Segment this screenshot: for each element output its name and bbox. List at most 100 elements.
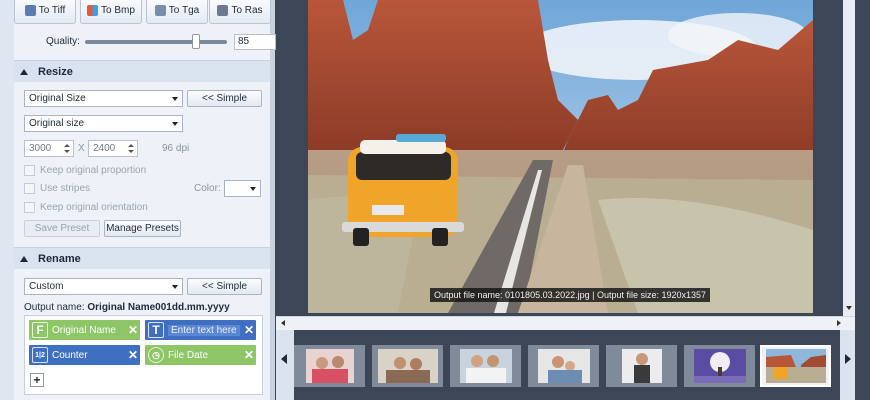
family-photo-thumb <box>305 349 354 383</box>
use-stripes-checkbox[interactable]: Use stripes <box>24 181 90 195</box>
close-icon[interactable]: ✕ <box>242 323 256 337</box>
thumbnail-bar <box>276 330 855 400</box>
van-photo-thumb <box>765 349 826 383</box>
down-arrow-icon[interactable] <box>128 150 134 153</box>
tag-counter-label: Counter <box>52 349 88 361</box>
chevron-down-icon <box>172 285 178 289</box>
tag-counter[interactable]: 1|2 Counter ✕ <box>29 345 140 365</box>
width-value: 3000 <box>29 143 52 154</box>
keep-orientation-checkbox[interactable]: Keep original orientation <box>24 200 148 214</box>
quality-slider-thumb[interactable] <box>192 34 201 49</box>
tag-file-date[interactable]: ◷ File Date ✕ <box>145 345 256 365</box>
bmp-format-icon <box>87 4 99 16</box>
use-stripes-label: Use stripes <box>40 182 91 194</box>
to-bmp-button[interactable]: To Bmp <box>80 0 142 24</box>
to-tga-button[interactable]: To Tga <box>146 0 208 24</box>
width-stepper[interactable]: 3000 <box>24 140 74 157</box>
rename-mode-select[interactable]: Custom <box>24 278 183 295</box>
checkbox-box[interactable] <box>24 182 35 194</box>
portrait-photo-thumb <box>621 349 662 383</box>
to-tga-label: To Tga <box>168 4 200 16</box>
close-icon[interactable]: ✕ <box>126 323 140 337</box>
to-ras-label: To Ras <box>231 4 263 16</box>
tag-custom-text[interactable]: T Enter text here ✕ <box>145 320 256 340</box>
tag-file-date-label: File Date <box>168 349 209 361</box>
thumbnail[interactable] <box>372 345 443 387</box>
height-stepper[interactable]: 2400 <box>88 140 138 157</box>
thumbnails-prev-icon[interactable] <box>281 354 287 364</box>
save-preset-button[interactable]: Save Preset <box>24 220 100 237</box>
counter-icon: 1|2 <box>32 347 48 363</box>
color-label: Color: <box>194 183 221 194</box>
resize-mode-select[interactable]: Original Size <box>24 90 183 107</box>
to-ras-button[interactable]: To Ras <box>209 0 271 24</box>
resize-mode-value: Original Size <box>29 93 86 104</box>
quality-value-input[interactable]: 85 <box>234 34 276 50</box>
to-tiff-label: To Tiff <box>38 4 66 16</box>
chevron-down-icon <box>172 122 178 126</box>
size-separator: X <box>78 143 85 154</box>
output-status-text: Output file name: 0101805.03.2022.jpg | … <box>430 288 711 302</box>
quality-row: Quality: 85 <box>14 33 276 51</box>
resize-section-header[interactable]: Resize <box>14 60 270 82</box>
rename-simple-button[interactable]: << Simple <box>187 278 262 295</box>
clock-icon: ◷ <box>148 347 164 363</box>
ras-format-icon <box>217 4 229 16</box>
text-t-icon: T <box>148 322 164 338</box>
tree-photo-thumb <box>693 349 746 383</box>
resize-title: Resize <box>38 65 73 78</box>
thumbnail[interactable] <box>450 345 521 387</box>
format-f-icon: F <box>32 322 48 338</box>
manage-presets-button[interactable]: Manage Presets <box>104 220 181 237</box>
preview-horizontal-scrollbar[interactable] <box>276 316 855 330</box>
keep-orientation-label: Keep original orientation <box>40 201 148 213</box>
quality-slider[interactable] <box>85 40 227 44</box>
output-name-label: Output name: <box>24 302 85 313</box>
arrow-down-icon[interactable] <box>846 306 852 310</box>
checkbox-box[interactable] <box>24 164 35 176</box>
arrow-right-icon[interactable] <box>837 320 841 326</box>
tag-original-name-label: Original Name <box>52 324 116 336</box>
checkbox-box[interactable] <box>24 201 35 213</box>
rename-tag-area: F Original Name ✕ T Enter text here ✕ 1|… <box>24 315 263 395</box>
tga-format-icon <box>154 4 166 16</box>
chevron-down-icon <box>250 187 256 191</box>
thumbnails-next-icon[interactable] <box>845 354 851 364</box>
tag-original-name[interactable]: F Original Name ✕ <box>29 320 140 340</box>
output-name: Output name: Original Name001dd.mm.yyyy <box>24 302 230 313</box>
collapse-triangle-icon <box>20 255 28 262</box>
thumbnail-selected[interactable] <box>760 345 831 387</box>
thumbnail[interactable] <box>684 345 755 387</box>
output-name-value: Original Name001dd.mm.yyyy <box>87 302 230 313</box>
down-arrow-icon[interactable] <box>64 150 70 153</box>
keep-proportion-label: Keep original proportion <box>40 164 147 176</box>
keep-proportion-checkbox[interactable]: Keep original proportion <box>24 163 146 177</box>
family-photo-thumb <box>459 349 512 383</box>
tag-text-input[interactable]: Enter text here <box>168 324 240 336</box>
thumbnail[interactable] <box>606 345 677 387</box>
tiff-format-icon <box>24 4 36 16</box>
thumbnail[interactable] <box>528 345 599 387</box>
to-bmp-label: To Bmp <box>101 4 135 16</box>
close-icon[interactable]: ✕ <box>126 348 140 362</box>
up-arrow-icon[interactable] <box>128 144 134 147</box>
to-tiff-button[interactable]: To Tiff <box>14 0 76 24</box>
chevron-down-icon <box>172 97 178 101</box>
preview-vertical-scrollbar[interactable] <box>843 0 855 316</box>
rename-section-header[interactable]: Rename <box>14 247 270 269</box>
arrow-left-icon[interactable] <box>281 320 285 326</box>
family-photo-thumb <box>537 349 590 383</box>
size-mode-value: Original size <box>29 118 85 129</box>
add-tag-button[interactable]: + <box>30 373 44 387</box>
height-value: 2400 <box>93 143 116 154</box>
stripe-color-picker[interactable] <box>224 180 261 197</box>
resize-simple-button[interactable]: << Simple <box>187 90 262 107</box>
format-buttons: To Tiff To Bmp To Tga To Ras <box>14 0 271 24</box>
rename-mode-value: Custom <box>29 281 64 292</box>
thumbnail[interactable] <box>294 345 365 387</box>
up-arrow-icon[interactable] <box>64 144 70 147</box>
preview-image <box>308 0 813 313</box>
settings-scrollbar[interactable] <box>270 0 275 400</box>
size-mode-select[interactable]: Original size <box>24 115 183 132</box>
close-icon[interactable]: ✕ <box>242 348 256 362</box>
